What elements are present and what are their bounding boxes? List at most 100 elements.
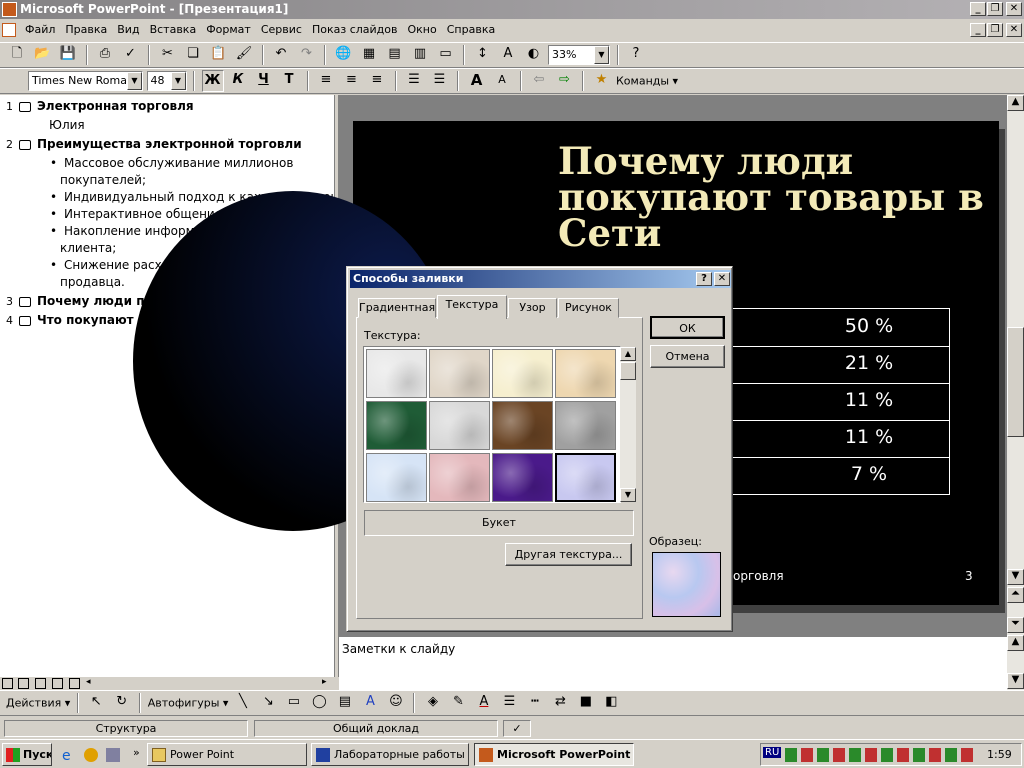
menu-item[interactable]: Вставка xyxy=(145,20,202,39)
align-center-icon[interactable]: ≡ xyxy=(341,70,363,92)
outline-slide-title[interactable]: Электронная торговля xyxy=(37,99,194,113)
slide-sorter-icon[interactable] xyxy=(52,678,63,689)
autoshapes-menu[interactable]: Автофигуры ▾ xyxy=(148,697,229,710)
tex-purple[interactable] xyxy=(492,453,553,502)
texture-scrollbar[interactable]: ▲ ▼ xyxy=(620,347,636,502)
minimize-button[interactable]: _ xyxy=(970,2,986,16)
bold-button[interactable]: Ж xyxy=(201,70,224,92)
tex-granite[interactable] xyxy=(555,401,616,450)
menu-item[interactable]: Вид xyxy=(112,20,144,39)
slide-icon[interactable] xyxy=(19,140,31,150)
tex-beige[interactable] xyxy=(429,349,490,398)
other-texture-button[interactable]: Другая текстура... xyxy=(505,543,632,566)
rectangle-icon[interactable]: ▭ xyxy=(283,692,305,714)
actions-menu[interactable]: Действия ▾ xyxy=(6,697,70,710)
arrow-icon[interactable]: ↘ xyxy=(257,692,279,714)
menu-item[interactable]: Справка xyxy=(442,20,500,39)
align-right-icon[interactable]: ≡ xyxy=(366,70,388,92)
insert-chart-icon[interactable]: ▥ xyxy=(409,44,431,66)
fill-color-icon[interactable]: ◈ xyxy=(422,692,444,714)
hyperlink-icon[interactable]: 🌐 xyxy=(333,44,355,66)
menu-item[interactable]: Окно xyxy=(403,20,442,39)
doc-minimize-button[interactable]: _ xyxy=(970,23,986,37)
start-button[interactable]: Пуск xyxy=(2,743,52,766)
tex-light-blue[interactable] xyxy=(366,453,427,502)
tex-cream[interactable] xyxy=(492,349,553,398)
menu-item[interactable]: Файл xyxy=(20,20,60,39)
undo-icon[interactable]: ↶ xyxy=(270,44,292,66)
desktop-icon[interactable] xyxy=(106,748,120,762)
new-icon[interactable]: 🗋 xyxy=(6,44,28,66)
task-folder[interactable]: Power Point xyxy=(147,743,307,766)
slide-title[interactable]: Почему люди покупают товары в Сети xyxy=(558,143,988,252)
tex-pink[interactable] xyxy=(429,453,490,502)
shadow-icon[interactable]: ■ xyxy=(575,692,597,714)
tex-brown-wood[interactable] xyxy=(492,401,553,450)
grayscale-icon[interactable]: ◐ xyxy=(523,44,545,66)
slide-view-icon[interactable] xyxy=(35,678,46,689)
scroll-up-button[interactable]: ▲ xyxy=(1007,95,1024,111)
help-icon[interactable]: ? xyxy=(625,44,647,66)
dialog-help-button[interactable]: ? xyxy=(696,272,712,286)
slide-show-icon[interactable] xyxy=(69,678,80,689)
hscroll-right[interactable]: ▸ xyxy=(322,677,327,687)
ok-button[interactable]: ОК xyxy=(650,316,725,339)
promote-icon[interactable]: ⇦ xyxy=(528,70,550,92)
ie-icon[interactable]: e xyxy=(62,748,76,764)
format-painter-icon[interactable]: 🖌 xyxy=(233,44,255,66)
quicklaunch-more[interactable]: » xyxy=(133,746,140,759)
texture-scroll-up[interactable]: ▲ xyxy=(620,347,636,361)
slide-icon[interactable] xyxy=(19,297,31,307)
tab-picture[interactable]: Рисунок xyxy=(558,298,619,318)
menu-item[interactable]: Показ слайдов xyxy=(307,20,403,39)
oval-icon[interactable]: ◯ xyxy=(308,692,330,714)
dash-style-icon[interactable]: ┅ xyxy=(524,692,546,714)
save-icon[interactable]: 💾 xyxy=(57,44,79,66)
line-color-icon[interactable]: ✎ xyxy=(447,692,469,714)
menu-item[interactable]: Правка xyxy=(60,20,112,39)
clipart-icon[interactable]: ☺ xyxy=(385,692,407,714)
notes-scrollbar[interactable]: ▲ ▼ xyxy=(1007,635,1024,690)
italic-button[interactable]: К xyxy=(227,70,249,92)
slide-icon[interactable] xyxy=(19,316,31,326)
decrease-font-icon[interactable]: A xyxy=(491,70,513,92)
open-icon[interactable]: 📂 xyxy=(32,44,54,66)
textbox-icon[interactable]: ▤ xyxy=(334,692,356,714)
print-icon[interactable]: ⎙ xyxy=(94,44,116,66)
task-word[interactable]: Лабораторные работы ... xyxy=(311,743,469,766)
next-slide-button[interactable]: ⏷ xyxy=(1007,617,1024,633)
cancel-button[interactable]: Отмена xyxy=(650,345,725,368)
font-color-icon[interactable]: A xyxy=(473,692,495,714)
expand-all-icon[interactable]: ↕ xyxy=(472,44,494,66)
dialog-close-button[interactable]: ✕ xyxy=(714,272,730,286)
align-left-icon[interactable]: ≡ xyxy=(315,70,337,92)
tab-texture[interactable]: Текстура xyxy=(437,295,507,319)
animation-effects-icon[interactable]: ★ xyxy=(591,70,613,92)
line-style-icon[interactable]: ☰ xyxy=(498,692,520,714)
task-powerpoint[interactable]: Microsoft PowerPoint ... xyxy=(474,743,634,766)
outline-subtitle[interactable]: Юлия xyxy=(49,118,85,132)
tex-peach[interactable] xyxy=(555,349,616,398)
prev-slide-button[interactable]: ⏶ xyxy=(1007,587,1024,603)
menu-item[interactable]: Формат xyxy=(201,20,256,39)
texture-scroll-down[interactable]: ▼ xyxy=(620,488,636,502)
clock[interactable]: 1:59 xyxy=(987,748,1012,761)
tex-green-marble[interactable] xyxy=(366,401,427,450)
select-objects-icon[interactable]: ↖ xyxy=(85,692,107,714)
tab-pattern[interactable]: Узор xyxy=(508,298,557,318)
outline-view-icon[interactable] xyxy=(18,678,29,689)
language-indicator[interactable]: RU xyxy=(763,747,782,758)
free-rotate-icon[interactable]: ↻ xyxy=(111,692,133,714)
demote-icon[interactable]: ⇨ xyxy=(554,70,576,92)
menu-item[interactable]: Сервис xyxy=(256,20,307,39)
tex-white-marble[interactable] xyxy=(429,401,490,450)
show-formatting-icon[interactable]: A xyxy=(497,44,519,66)
underline-button[interactable]: Ч xyxy=(253,70,275,92)
tray-icons[interactable] xyxy=(785,748,975,762)
insert-table-icon[interactable]: ▤ xyxy=(384,44,406,66)
outline-bullet[interactable]: Массовое обслуживание миллионов xyxy=(64,156,293,170)
media-player-icon[interactable] xyxy=(84,748,98,762)
paste-icon[interactable]: 📋 xyxy=(208,44,230,66)
slide-table[interactable]: 50 % 21 % 11 % 11 % 7 % xyxy=(728,308,950,495)
tex-bouquet[interactable] xyxy=(554,452,617,503)
